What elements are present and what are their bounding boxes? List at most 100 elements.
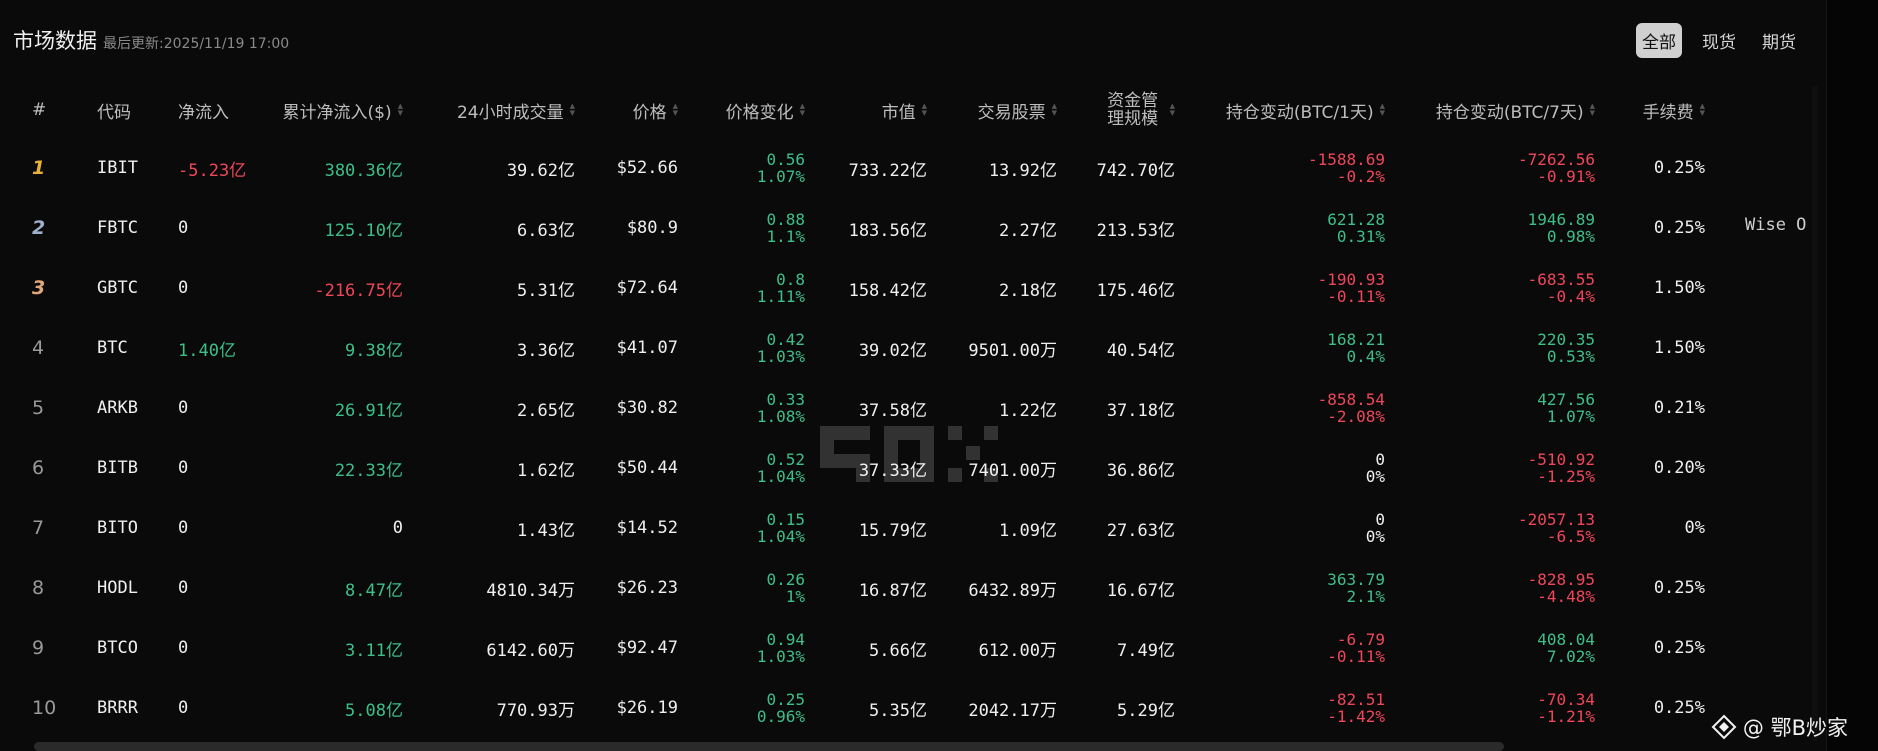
holding-7d-cell-stack: 408.04 7.02%	[1537, 631, 1595, 665]
holding-7d-cell-stack: -70.34 -1.21%	[1537, 691, 1595, 725]
cum-inflow-cell: 5.08亿	[345, 700, 403, 721]
page-title: 市场数据	[13, 29, 97, 53]
cum-inflow-cell: 22.33亿	[334, 460, 403, 481]
vertical-scroll-track	[1812, 86, 1818, 741]
sort-arrows-icon[interactable]: ▲ ▼	[673, 103, 678, 117]
price-cell: $26.19	[616, 698, 678, 718]
holding-1d-cell: -82.51 -1.42%	[1195, 678, 1385, 738]
table-row[interactable]: 4 BTC 1.40亿 9.38亿 3.36亿 $41.07 0.42 1.03% 39.02亿…	[0, 318, 1826, 378]
tab-futures[interactable]: 期货	[1756, 23, 1802, 58]
holding-7d-cell-percent: -6.5%	[1546, 527, 1595, 546]
price-cell: $41.07	[616, 338, 678, 358]
price-change-cell-percent: 0.96%	[756, 707, 805, 726]
table-row[interactable]: 10 BRRR 0 5.08亿 770.93万 $26.19 0.25 0.96% 5.35亿 2…	[0, 678, 1826, 738]
holding-1d-cell-value: -82.51	[1327, 690, 1385, 709]
price-change-cell: 0.88 1.1%	[690, 198, 805, 258]
holding-7d-cell-stack: -683.55 -0.4%	[1528, 271, 1595, 305]
col-market-cap-header[interactable]: 市值 ▲ ▼	[820, 92, 927, 128]
volume-cell: 2.65亿	[517, 400, 575, 421]
price-change-cell: 0.25 0.96%	[690, 678, 805, 738]
price-change-cell-stack: 0.52 1.04%	[757, 451, 805, 485]
price-change-cell: 0.33 1.08%	[690, 378, 805, 438]
col-cum-inflow-header[interactable]: 累计净流入($) ▲ ▼	[255, 92, 403, 128]
table-row[interactable]: 3 GBTC 0 -216.75亿 5.31亿 $72.64 0.8 1.11% 158.42亿…	[0, 258, 1826, 318]
price-change-cell-percent: 1.1%	[766, 227, 805, 246]
table-row[interactable]: 7 BITO 0 0 1.43亿 $14.52 0.15 1.04% 15.79亿 1.09亿 27…	[0, 498, 1826, 558]
col-price-label: 价格	[632, 102, 667, 123]
sort-arrows-icon[interactable]: ▲ ▼	[922, 103, 927, 117]
rank-cell: 4	[32, 337, 45, 359]
sort-arrows-icon[interactable]: ▲ ▼	[800, 103, 805, 117]
fee-cell: 0.25%	[1653, 698, 1705, 718]
sosovalue-watermark-logo	[820, 426, 998, 482]
col-holding-1d-header[interactable]: 持仓变动(BTC/1天) ▲ ▼	[1195, 92, 1385, 128]
holding-7d-cell-stack: -7262.56 -0.91%	[1518, 151, 1595, 185]
volume-cell: 6142.60万	[486, 640, 575, 661]
price-cell: $92.47	[616, 638, 678, 658]
table-row[interactable]: 8 HODL 0 8.47亿 4810.34万 $26.23 0.26 1% 16.87亿 643…	[0, 558, 1826, 618]
table-row[interactable]: 9 BTCO 0 3.11亿 6142.60万 $92.47 0.94 1.03% 5.66亿 6…	[0, 618, 1826, 678]
holding-1d-cell-percent: 2.1%	[1346, 587, 1385, 606]
table-row[interactable]: 1 IBIT -5.23亿 380.36亿 39.62亿 $52.66 0.56 1.07% 7…	[0, 138, 1826, 198]
col-code-label: 代码	[97, 102, 131, 123]
holding-1d-cell-value: -190.93	[1317, 270, 1385, 289]
price-cell: $52.66	[616, 158, 678, 178]
cum-inflow-cell: 9.38亿	[345, 340, 403, 361]
fee-cell: 0.25%	[1653, 158, 1705, 178]
cum-inflow-cell: 0	[392, 518, 403, 538]
tab-spot[interactable]: 现货	[1696, 23, 1742, 58]
price-change-cell-percent: 1.07%	[756, 167, 805, 186]
holding-1d-cell: -1588.69 -0.2%	[1195, 138, 1385, 198]
col-price-change-header[interactable]: 价格变化 ▲ ▼	[690, 92, 805, 128]
sort-arrows-icon[interactable]: ▲ ▼	[570, 103, 575, 117]
holding-7d-cell-percent: -4.48%	[1537, 587, 1595, 606]
holding-7d-cell-value: -510.92	[1527, 450, 1595, 469]
holding-7d-cell-stack: -510.92 -1.25%	[1528, 451, 1595, 485]
col-fee-header[interactable]: 手续费 ▲ ▼	[1610, 92, 1705, 128]
price-change-cell-stack: 0.25 0.96%	[757, 691, 805, 725]
cum-inflow-cell: 125.10亿	[324, 220, 403, 241]
shares-cell: 9501.00万	[968, 340, 1057, 361]
holding-7d-cell: 408.04 7.02%	[1405, 618, 1595, 678]
aum-cell: 175.46亿	[1096, 280, 1175, 301]
horizontal-scrollbar[interactable]	[34, 742, 1504, 751]
holding-1d-cell-value: 363.79	[1327, 570, 1385, 589]
cum-inflow-cell: 380.36亿	[324, 160, 403, 181]
holding-1d-cell-value: 0	[1375, 510, 1385, 529]
tab-all[interactable]: 全部	[1636, 23, 1682, 58]
ticker-cell: BTCO	[97, 638, 138, 658]
market-cap-cell: 733.22亿	[848, 160, 927, 181]
holding-1d-cell-percent: 0.4%	[1346, 347, 1385, 366]
col-price-change-label: 价格变化	[725, 102, 794, 123]
holding-1d-cell-stack: -190.93 -0.11%	[1318, 271, 1385, 305]
holding-1d-cell-percent: -2.08%	[1327, 407, 1385, 426]
col-shares-header[interactable]: 交易股票 ▲ ▼	[935, 92, 1057, 128]
col-price-header[interactable]: 价格 ▲ ▼	[590, 92, 678, 128]
holding-7d-cell-value: -7262.56	[1517, 150, 1595, 169]
holding-1d-cell-stack: 363.79 2.1%	[1327, 571, 1385, 605]
market-data-panel: 市场数据 最后更新:2025/11/19 17:00 全部 现货 期货 # 代码 净…	[0, 0, 1827, 751]
sort-arrows-icon[interactable]: ▲ ▼	[1052, 103, 1057, 117]
price-change-cell-stack: 0.56 1.07%	[757, 151, 805, 185]
sort-arrows-icon[interactable]: ▲ ▼	[1170, 103, 1175, 117]
sort-arrows-icon[interactable]: ▲ ▼	[1590, 103, 1595, 117]
aum-cell: 40.54亿	[1106, 340, 1175, 361]
col-volume-24h-header[interactable]: 24小时成交量 ▲ ▼	[420, 92, 575, 128]
table-row[interactable]: 2 FBTC 0 125.10亿 6.63亿 $80.9 0.88 1.1% 183.56亿 2.…	[0, 198, 1826, 258]
holding-7d-cell: 1946.89 0.98%	[1405, 198, 1595, 258]
cum-inflow-cell: -216.75亿	[314, 280, 403, 301]
col-holding-1d-label: 持仓变动(BTC/1天)	[1225, 102, 1374, 123]
col-holding-7d-label: 持仓变动(BTC/7天)	[1435, 102, 1584, 123]
aum-cell: 7.49亿	[1117, 640, 1175, 661]
col-aum-header[interactable]: 资金管理规模 ▲ ▼	[1070, 92, 1175, 128]
rank-cell: 10	[32, 697, 57, 719]
sort-arrows-icon[interactable]: ▲ ▼	[1380, 103, 1385, 117]
table-header: # 代码 净流入 累计净流入($) ▲ ▼ 24小时成交量 ▲ ▼ 价格 ▲ ▼ 价格变化 ▲ ▼ 市值 ▲ ▼ 交…	[0, 92, 1826, 128]
sort-arrows-icon[interactable]: ▲ ▼	[398, 103, 403, 117]
col-market-cap-label: 市值	[881, 102, 916, 123]
col-holding-7d-header[interactable]: 持仓变动(BTC/7天) ▲ ▼	[1405, 92, 1595, 128]
holding-1d-cell-percent: 0%	[1365, 527, 1385, 546]
last-updated-text: 最后更新:2025/11/19 17:00	[103, 36, 290, 52]
sort-arrows-icon[interactable]: ▲ ▼	[1700, 103, 1705, 117]
cum-inflow-cell: 8.47亿	[345, 580, 403, 601]
